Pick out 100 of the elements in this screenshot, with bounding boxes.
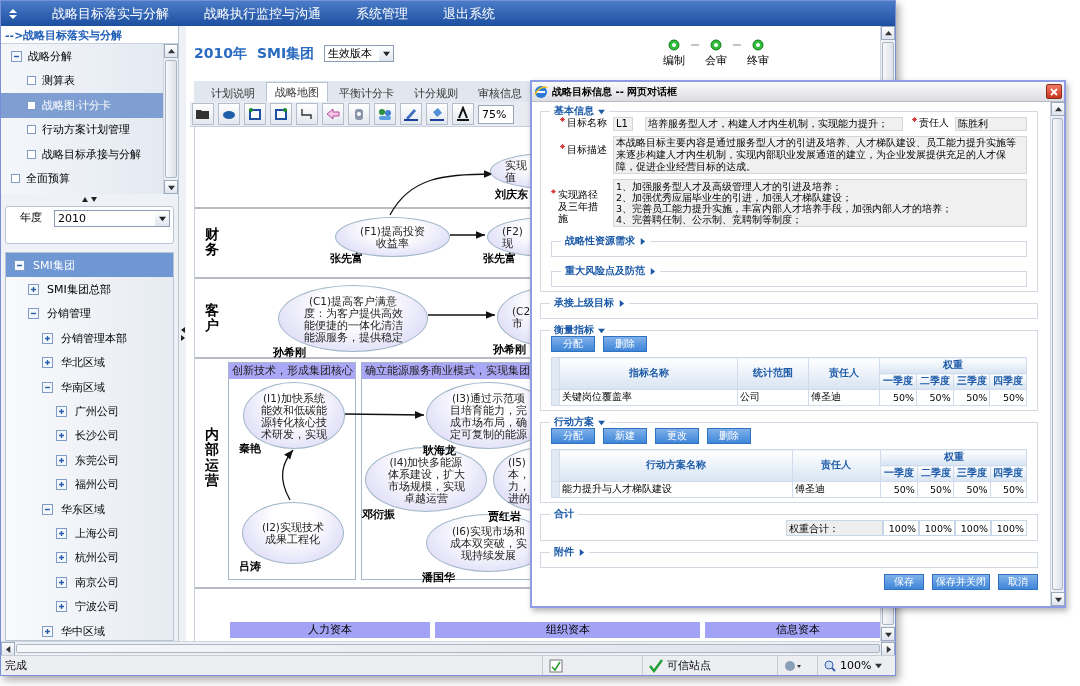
close-button[interactable]	[1046, 84, 1062, 99]
caret-icon	[884, 29, 892, 37]
nav-item[interactable]: 测算表	[1, 68, 163, 93]
tree-row[interactable]: 长沙公司	[6, 423, 173, 449]
column-header: 行动方案名称	[559, 449, 792, 482]
collapse-icon[interactable]	[11, 50, 22, 62]
frame-icon[interactable]	[244, 103, 266, 125]
splitter-icon[interactable]	[81, 196, 98, 202]
tree-row[interactable]: 华南区域	[6, 374, 173, 400]
expand-icon[interactable]	[56, 576, 67, 588]
zoom-level[interactable]: 100%	[840, 659, 872, 672]
tree-row[interactable]: 南京公司	[6, 570, 173, 595]
expand-icon[interactable]	[56, 454, 67, 466]
expand-icon[interactable]	[42, 625, 53, 637]
caret-icon	[1054, 595, 1062, 603]
total-cell: 100%	[991, 520, 1027, 536]
tree-row[interactable]: 福州公司	[6, 472, 173, 497]
section-title[interactable]: 衡量指标	[554, 323, 594, 337]
tree-row[interactable]: 华东区域	[6, 496, 173, 522]
table-cell: 50%	[953, 481, 991, 498]
section-title[interactable]: 附件	[554, 545, 574, 559]
expand-icon[interactable]	[56, 406, 67, 418]
page-icon	[27, 100, 36, 110]
tree-row[interactable]: SMI集团总部	[6, 277, 173, 302]
tab[interactable]: 审核信息	[469, 83, 531, 102]
dialog-title: 战略目标信息 -- 网页对话框	[552, 84, 678, 99]
nav-item[interactable]: 全面预算	[1, 166, 163, 191]
tab[interactable]: 计划说明	[202, 83, 264, 102]
sort-icon[interactable]	[9, 8, 17, 19]
table-cell: 50%	[916, 389, 954, 406]
stage-label: 编制	[663, 53, 685, 68]
people-icon[interactable]	[374, 103, 396, 125]
folder-icon[interactable]	[192, 103, 214, 125]
section-title[interactable]: 基本信息	[554, 104, 594, 118]
scrollbar[interactable]	[163, 44, 178, 194]
tab[interactable]: 计分规则	[405, 83, 467, 102]
menu-item[interactable]: 战略目标落实与分解	[52, 4, 169, 23]
code-field[interactable]: L1	[613, 117, 633, 131]
scrollbar[interactable]	[1050, 102, 1064, 606]
row-handle	[551, 481, 560, 498]
table-cell: 50%	[953, 389, 990, 406]
description-field[interactable]: 本战略目标主要内容是通过服务型人才的引进及培养、人才梯队建设、员工能力提升实施等来逐步构建人才内生机制，实现内部职业发展通道的建立，为企业发展提供充足的人才保障，促进企业经营目标的达成。	[613, 136, 1027, 174]
zoom-field[interactable]: 75%	[478, 104, 514, 124]
name-field[interactable]: 培养服务型人才，构建人才内生机制，实现能力提升；	[645, 117, 903, 131]
cylinder-icon[interactable]	[348, 103, 370, 125]
menu-item[interactable]: 战略执行监控与沟通	[204, 4, 321, 23]
tree-row[interactable]: 华中区域	[6, 618, 173, 640]
arrow	[427, 311, 496, 319]
tree-row[interactable]: 东莞公司	[6, 448, 173, 473]
tree-row[interactable]: 分销管理本部	[6, 326, 173, 351]
expand-icon[interactable]	[42, 357, 53, 369]
nav-item[interactable]: 战略分解	[1, 44, 163, 69]
menu-item[interactable]: 退出系统	[443, 4, 495, 23]
frame-icon[interactable]	[270, 103, 292, 125]
owner-label: 邓衍振	[362, 507, 395, 522]
nav-item[interactable]: 战略目标承接与分解	[1, 142, 163, 167]
connector-icon[interactable]	[296, 103, 318, 125]
collapse-icon[interactable]	[42, 503, 53, 515]
expand-icon[interactable]	[56, 552, 67, 564]
bucket-icon[interactable]	[426, 103, 448, 125]
table-cell: 傅圣迪	[808, 389, 880, 406]
expand-icon[interactable]	[56, 479, 67, 491]
expand-icon[interactable]	[28, 284, 39, 296]
owner-label: 刘庆东	[495, 187, 528, 202]
scrollbar[interactable]	[1, 641, 895, 655]
arrow-left-icon[interactable]	[322, 103, 344, 125]
nav-item[interactable]: 行动方案计划管理	[1, 117, 163, 142]
version-select[interactable]: 生效版本	[324, 45, 395, 62]
column-header: 统计范围	[737, 357, 809, 390]
section-title[interactable]: 行动方案	[554, 415, 594, 429]
font-color-icon[interactable]	[452, 103, 474, 125]
tree-row[interactable]: 广州公司	[6, 399, 173, 424]
section-title[interactable]: 重大风险点及防范	[565, 264, 645, 278]
lane-label: 客户	[205, 303, 219, 334]
tree-row[interactable]: 华北区域	[6, 350, 173, 375]
expand-icon[interactable]	[56, 528, 67, 539]
collapse-icon[interactable]	[28, 308, 39, 320]
expand-icon[interactable]	[42, 332, 53, 344]
measures-field[interactable]: 1、加强服务型人才及高级管理人才的引进及培养； 2、加强优秀应届毕业生的引进，加强人才梯队建设； 3、完善员工能力提升实施，丰富内部人才培养手段，加强内部人才的培养； 4、完善聘任制、公示制、竞聘制等制度；	[613, 179, 1027, 227]
capital-header: 人力资本	[230, 622, 430, 638]
corner-cell	[551, 449, 560, 482]
owner-field[interactable]: 陈胜利	[955, 117, 1027, 131]
total-cell: 100%	[883, 520, 919, 536]
year-select[interactable]: 2010	[54, 210, 170, 227]
tree-row[interactable]: 上海公司	[6, 521, 173, 546]
tree-row[interactable]: 宁波公司	[6, 594, 173, 619]
security-icon[interactable]	[784, 659, 802, 672]
table-cell: 50%	[989, 389, 1027, 406]
pencil-icon[interactable]	[400, 103, 422, 125]
tree-row[interactable]: 分销管理	[6, 301, 173, 327]
collapse-icon[interactable]	[14, 259, 25, 271]
tab[interactable]: 战略地图	[266, 82, 328, 102]
collapse-icon[interactable]	[42, 381, 53, 393]
menu-item[interactable]: 系统管理	[356, 4, 408, 23]
tab[interactable]: 平衡计分卡	[330, 83, 403, 102]
expand-icon[interactable]	[56, 430, 67, 442]
total-cell: 100%	[919, 520, 955, 536]
tree-row[interactable]: 杭州公司	[6, 545, 173, 571]
expand-icon[interactable]	[56, 601, 67, 613]
page-icon	[27, 76, 36, 86]
